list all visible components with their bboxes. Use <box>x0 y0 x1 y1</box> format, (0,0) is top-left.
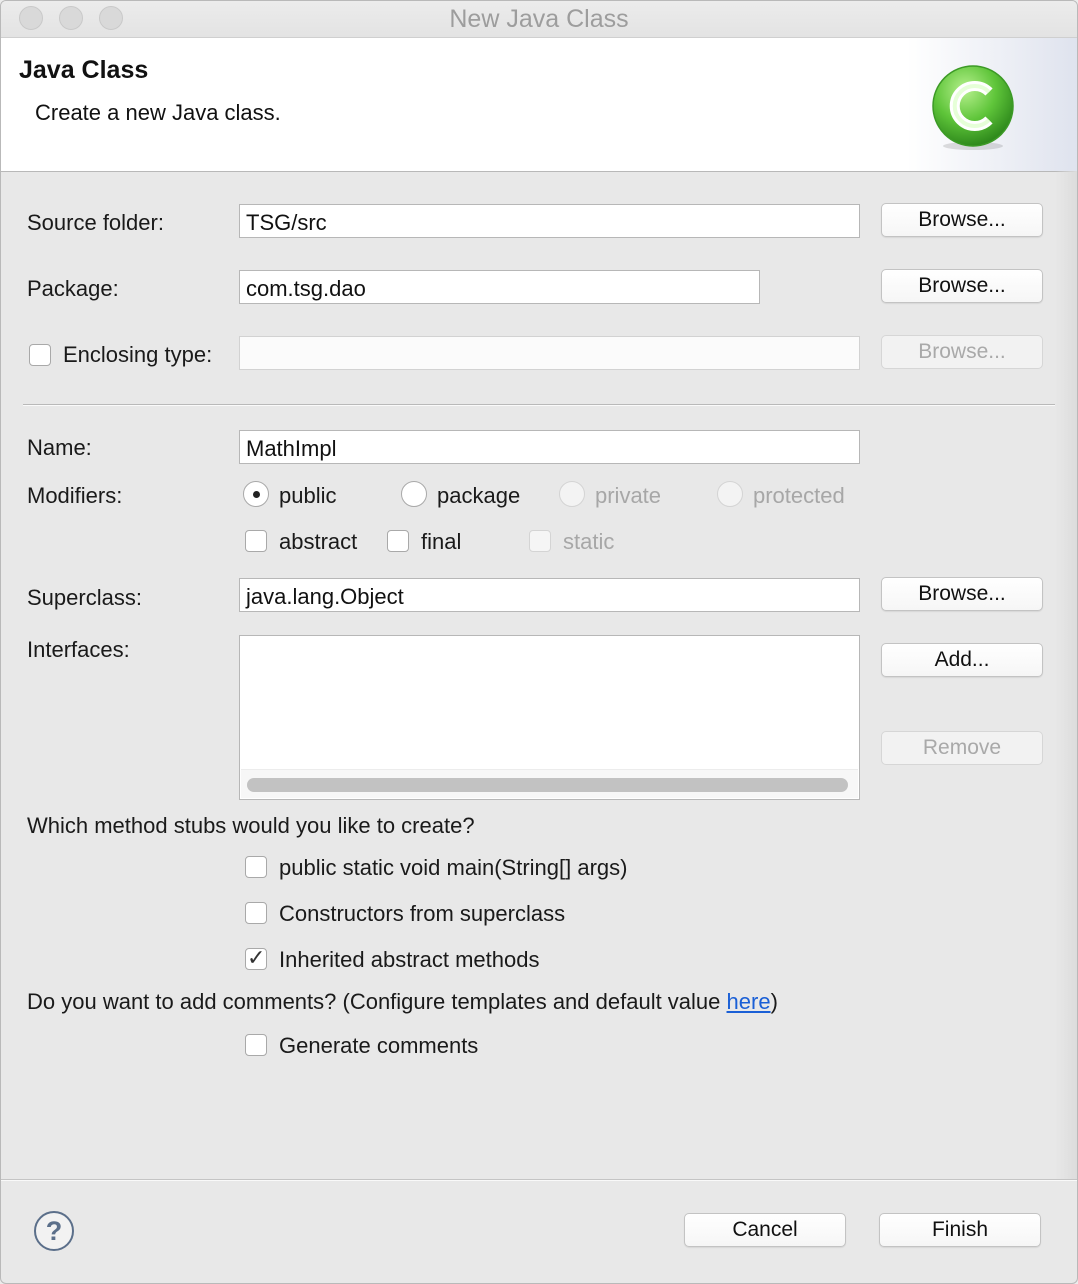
modifier-abstract-checkbox[interactable] <box>245 530 267 552</box>
package-browse-button[interactable]: Browse... <box>881 269 1043 303</box>
modifier-final-checkbox[interactable] <box>387 530 409 552</box>
checkmark-icon: ✓ <box>247 945 266 970</box>
finish-button[interactable]: Finish <box>879 1213 1041 1247</box>
modifier-package-radio[interactable] <box>401 481 427 507</box>
generate-comments-checkbox[interactable] <box>245 1034 267 1056</box>
wizard-description: Create a new Java class. <box>35 100 281 125</box>
java-class-c-icon <box>932 65 1014 150</box>
modifier-static-label: static <box>563 529 615 554</box>
interfaces-label: Interfaces: <box>27 637 130 662</box>
title-bar: New Java Class <box>1 1 1077 38</box>
name-input[interactable]: MathImpl <box>239 430 860 464</box>
method-stubs-question: Which method stubs would you like to cre… <box>27 813 475 838</box>
wizard-header: Java Class Create a new Java class. <box>1 38 1077 172</box>
interfaces-add-button[interactable]: Add... <box>881 643 1043 677</box>
stub-inherited-label: Inherited abstract methods <box>279 947 540 972</box>
interfaces-horizontal-scrollbar[interactable] <box>241 769 858 798</box>
modifier-public-radio[interactable] <box>243 481 269 507</box>
source-folder-input[interactable]: TSG/src <box>239 204 860 238</box>
enclosing-type-label: Enclosing type: <box>63 342 213 367</box>
modifier-public-label: public <box>279 483 337 508</box>
superclass-browse-button[interactable]: Browse... <box>881 577 1043 611</box>
package-label: Package: <box>27 276 119 301</box>
generate-comments-label: Generate comments <box>279 1033 479 1058</box>
scrollbar-thumb[interactable] <box>247 778 848 792</box>
footer-separator <box>1 1179 1077 1181</box>
wizard-title: Java Class <box>19 56 149 84</box>
enclosing-type-input[interactable] <box>239 336 860 370</box>
stub-constructors-label: Constructors from superclass <box>279 901 566 926</box>
modifier-static-checkbox[interactable] <box>529 530 551 552</box>
modifier-private-radio[interactable] <box>559 481 585 507</box>
modifier-final-label: final <box>421 529 462 554</box>
new-java-class-dialog: New Java Class Java Class Create a new J… <box>0 0 1078 1284</box>
enclosing-type-checkbox[interactable] <box>29 344 51 366</box>
stub-constructors-checkbox[interactable] <box>245 902 267 924</box>
interfaces-remove-button[interactable]: Remove <box>881 731 1043 765</box>
stub-main-label: public static void main(String[] args) <box>279 855 628 880</box>
comments-question: Do you want to add comments? (Configure … <box>27 989 778 1014</box>
modifier-package-label: package <box>437 483 521 508</box>
modifier-abstract-label: abstract <box>279 529 358 554</box>
modifier-protected-radio[interactable] <box>717 481 743 507</box>
modifier-protected-label: protected <box>753 483 845 508</box>
modifiers-label: Modifiers: <box>27 483 123 508</box>
source-folder-browse-button[interactable]: Browse... <box>881 203 1043 237</box>
separator <box>23 404 1055 406</box>
stub-main-checkbox[interactable] <box>245 856 267 878</box>
name-label: Name: <box>27 435 92 460</box>
source-folder-label: Source folder: <box>27 210 164 235</box>
superclass-input[interactable]: java.lang.Object <box>239 578 860 612</box>
modifier-private-label: private <box>595 483 662 508</box>
help-icon[interactable]: ? <box>34 1211 74 1251</box>
cancel-button[interactable]: Cancel <box>684 1213 846 1247</box>
configure-templates-link[interactable]: here <box>727 989 771 1014</box>
stub-inherited-checkbox[interactable]: ✓ <box>245 945 267 970</box>
package-input[interactable]: com.tsg.dao <box>239 270 760 304</box>
interfaces-list[interactable] <box>239 635 860 800</box>
superclass-label: Superclass: <box>27 585 142 610</box>
window-title: New Java Class <box>449 5 629 33</box>
enclosing-type-browse-button[interactable]: Browse... <box>881 335 1043 369</box>
